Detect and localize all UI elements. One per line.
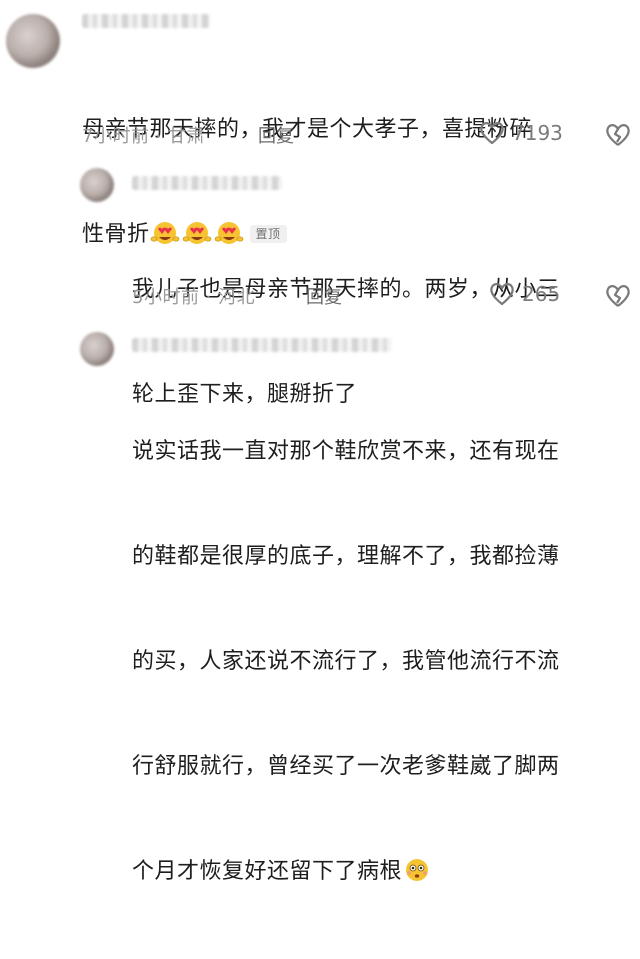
time-location: 5小时前 · 河北 — [132, 287, 256, 308]
reply-button[interactable]: 回复 — [306, 283, 342, 309]
comment-text: 说实话我一直对那个鞋欣赏不来，还有现在 的鞋都是很厚的底子，理解不了，我都捡薄 … — [132, 364, 637, 959]
heart-icon — [478, 120, 506, 146]
dislike-button[interactable] — [604, 122, 632, 148]
broken-heart-icon — [604, 283, 632, 309]
username-blurred[interactable] — [132, 338, 392, 352]
dislike-button[interactable] — [604, 283, 632, 309]
like-button[interactable]: 7193 — [478, 120, 563, 146]
comment-text-line: 说实话我一直对那个鞋欣赏不来，还有现在 — [132, 439, 560, 464]
username-blurred[interactable] — [82, 14, 210, 28]
flushed-face-icon — [402, 857, 432, 883]
comment-text-line: 的鞋都是很厚的底子，理解不了，我都捡薄 — [132, 544, 560, 569]
heart-icon — [488, 281, 516, 307]
reply-button[interactable]: 回复 — [258, 122, 294, 148]
avatar[interactable] — [80, 332, 114, 366]
like-count: 265 — [522, 282, 561, 306]
avatar[interactable] — [6, 14, 60, 68]
comment-text-line: 行舒服就行，曾经买了一次老爹鞋崴了脚两 — [132, 754, 560, 779]
broken-heart-icon — [604, 122, 632, 148]
comment-text-line: 的买，人家还说不流行了，我管他流行不流 — [132, 649, 560, 674]
like-button[interactable]: 265 — [488, 281, 560, 307]
username-blurred[interactable] — [132, 176, 282, 190]
like-count: 7193 — [512, 121, 563, 145]
avatar[interactable] — [80, 168, 114, 202]
comment-text-line: 个月才恢复好还留下了病根 — [132, 854, 637, 889]
time-location: 7小时前 · 甘肃 — [82, 126, 206, 147]
